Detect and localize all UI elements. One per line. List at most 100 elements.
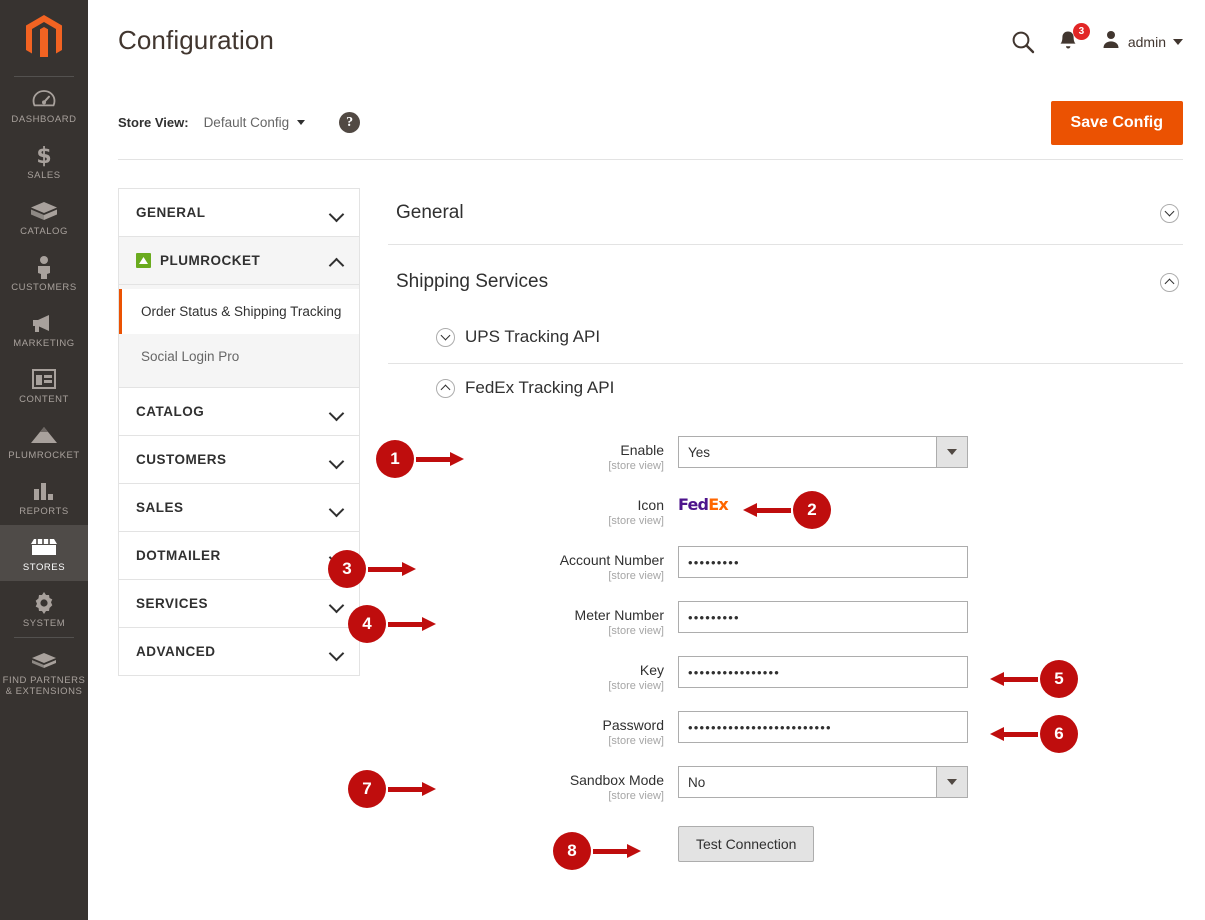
marker-arrow-right-icon xyxy=(416,452,464,466)
sandbox-mode-select[interactable]: No xyxy=(678,766,968,798)
config-nav-label: PLUMROCKET xyxy=(160,253,261,268)
label-text: Icon xyxy=(637,497,664,513)
annotation-marker-1: 1 xyxy=(376,440,464,478)
config-nav-item-social-login-pro[interactable]: Social Login Pro xyxy=(119,334,359,379)
config-nav-section-plumrocket[interactable]: PLUMROCKET xyxy=(119,237,359,285)
sidebar-item-content[interactable]: CONTENT xyxy=(0,357,88,413)
field-row-password: Password [store view] ••••••••••••••••••… xyxy=(388,711,1183,753)
select-value: No xyxy=(688,774,706,790)
label-text: Password xyxy=(602,717,664,733)
field-row-meter-number: Meter Number [store view] ••••••••• 4 xyxy=(348,601,1183,643)
store-view-label: Store View: xyxy=(118,115,189,130)
marker-arrow-left-icon xyxy=(990,672,1038,686)
sidebar-item-system[interactable]: SYSTEM xyxy=(0,581,88,637)
config-nav-section-dotmailer[interactable]: DOTMAILER xyxy=(119,532,359,580)
admin-sidebar: DASHBOARD $ SALES CATALOG CUSTOMERS MARK… xyxy=(0,0,88,920)
chevron-down-circle-icon xyxy=(436,327,455,347)
sidebar-item-catalog[interactable]: CATALOG xyxy=(0,189,88,245)
annotation-marker-5: 5 xyxy=(990,660,1078,698)
question-mark-icon[interactable]: ? xyxy=(339,112,361,133)
chevron-down-icon xyxy=(936,437,967,467)
fedex-settings-form: Enable [store view] Yes 1 Icon [store vi… xyxy=(328,414,1183,870)
sidebar-label: SYSTEM xyxy=(22,618,66,629)
meter-number-input[interactable]: ••••••••• xyxy=(678,601,968,633)
config-nav-section-sales[interactable]: SALES xyxy=(119,484,359,532)
field-control: ••••••••• xyxy=(678,546,1183,578)
section-general[interactable]: General xyxy=(388,190,1183,245)
chevron-up-circle-icon xyxy=(1160,272,1179,292)
marker-number: 1 xyxy=(376,440,414,478)
plumrocket-icon xyxy=(136,253,151,268)
chevron-down-icon xyxy=(936,767,967,797)
field-label-key: Key [store view] xyxy=(388,656,678,694)
sidebar-item-customers[interactable]: CUSTOMERS xyxy=(0,245,88,301)
sidebar-item-dashboard[interactable]: DASHBOARD xyxy=(0,77,88,133)
field-label-account-number: Account Number [store view] xyxy=(388,546,678,584)
test-connection-button[interactable]: Test Connection xyxy=(678,826,815,862)
sidebar-item-stores[interactable]: STORES xyxy=(0,525,88,581)
field-row-icon: Icon [store view] FedEx 2 xyxy=(388,491,1183,529)
config-nav-section-customers[interactable]: CUSTOMERS xyxy=(119,436,359,484)
user-avatar-icon xyxy=(1101,29,1121,54)
chevron-down-icon xyxy=(297,120,306,125)
store-view-bar: Store View: Default Config ? Save Config xyxy=(118,86,1183,160)
subsection-title: FedEx Tracking API xyxy=(465,378,615,397)
search-icon[interactable] xyxy=(1011,30,1035,54)
password-input[interactable]: ••••••••••••••••••••••••• xyxy=(678,711,968,743)
config-nav-section-advanced[interactable]: ADVANCED xyxy=(119,628,359,675)
chevron-up-circle-icon xyxy=(436,378,455,398)
sidebar-label: PLUMROCKET xyxy=(8,450,80,461)
config-nav-section-catalog[interactable]: CATALOG xyxy=(119,388,359,436)
marker-arrow-left-icon xyxy=(743,503,791,517)
admin-page: DASHBOARD $ SALES CATALOG CUSTOMERS MARK… xyxy=(0,0,1205,920)
scope-note: [store view] xyxy=(608,680,664,692)
marker-number: 3 xyxy=(328,550,366,588)
marker-arrow-right-icon xyxy=(388,782,436,796)
sidebar-item-marketing[interactable]: MARKETING xyxy=(0,301,88,357)
svg-text:$: $ xyxy=(36,144,51,167)
chevron-down-icon xyxy=(330,408,342,416)
config-nav-item-label: Social Login Pro xyxy=(141,349,240,364)
sidebar-item-find-partners[interactable]: FIND PARTNERS & EXTENSIONS xyxy=(0,638,88,705)
marker-arrow-right-icon xyxy=(593,844,641,858)
subsection-ups-tracking-api[interactable]: UPS Tracking API xyxy=(388,313,1183,364)
marker-arrow-right-icon xyxy=(368,562,416,576)
enable-select[interactable]: Yes xyxy=(678,436,968,468)
account-number-input[interactable]: ••••••••• xyxy=(678,546,968,578)
chevron-down-icon xyxy=(330,209,342,217)
section-shipping-services[interactable]: Shipping Services xyxy=(388,245,1183,313)
field-control: ••••••••• xyxy=(678,601,1183,633)
sidebar-item-sales[interactable]: $ SALES xyxy=(0,133,88,189)
label-text: Key xyxy=(639,662,664,678)
fedex-logo-second: Ex xyxy=(708,495,728,514)
fedex-logo-icon: FedEx xyxy=(678,491,729,514)
mountain-icon xyxy=(2,422,86,448)
save-config-button[interactable]: Save Config xyxy=(1050,100,1183,145)
sidebar-item-reports[interactable]: REPORTS xyxy=(0,469,88,525)
field-control: •••••••••••••••• xyxy=(678,656,1183,688)
config-nav-label: SERVICES xyxy=(136,596,209,611)
annotation-marker-7: 7 xyxy=(348,770,436,808)
bell-icon[interactable]: 3 xyxy=(1057,23,1090,53)
page-title: Configuration xyxy=(118,25,274,55)
config-nav-item-order-status-shipping-tracking[interactable]: Order Status & Shipping Tracking xyxy=(119,289,359,334)
magento-logo[interactable] xyxy=(0,0,88,76)
label-text: Account Number xyxy=(559,552,664,568)
annotation-marker-4: 4 xyxy=(348,605,436,643)
scope-note: [store view] xyxy=(608,735,664,747)
config-nav: GENERAL PLUMROCKET Order Status & Shippi… xyxy=(118,188,360,676)
key-input[interactable]: •••••••••••••••• xyxy=(678,656,968,688)
field-label-icon: Icon [store view] xyxy=(388,491,678,529)
subsection-fedex-tracking-api[interactable]: FedEx Tracking API xyxy=(388,364,1183,414)
config-nav-label: GENERAL xyxy=(136,205,206,220)
user-menu[interactable]: admin xyxy=(1101,29,1183,54)
annotation-marker-3: 3 xyxy=(328,550,416,588)
config-nav-section-services[interactable]: SERVICES xyxy=(119,580,359,628)
field-control: Yes xyxy=(678,436,1183,468)
sidebar-item-plumrocket[interactable]: PLUMROCKET xyxy=(0,413,88,469)
store-view-selector[interactable]: Default Config xyxy=(204,115,306,130)
config-nav-section-general[interactable]: GENERAL xyxy=(119,189,359,237)
sidebar-label: CATALOG xyxy=(20,226,68,237)
section-title: Shipping Services xyxy=(396,271,549,292)
gear-icon xyxy=(2,590,86,616)
